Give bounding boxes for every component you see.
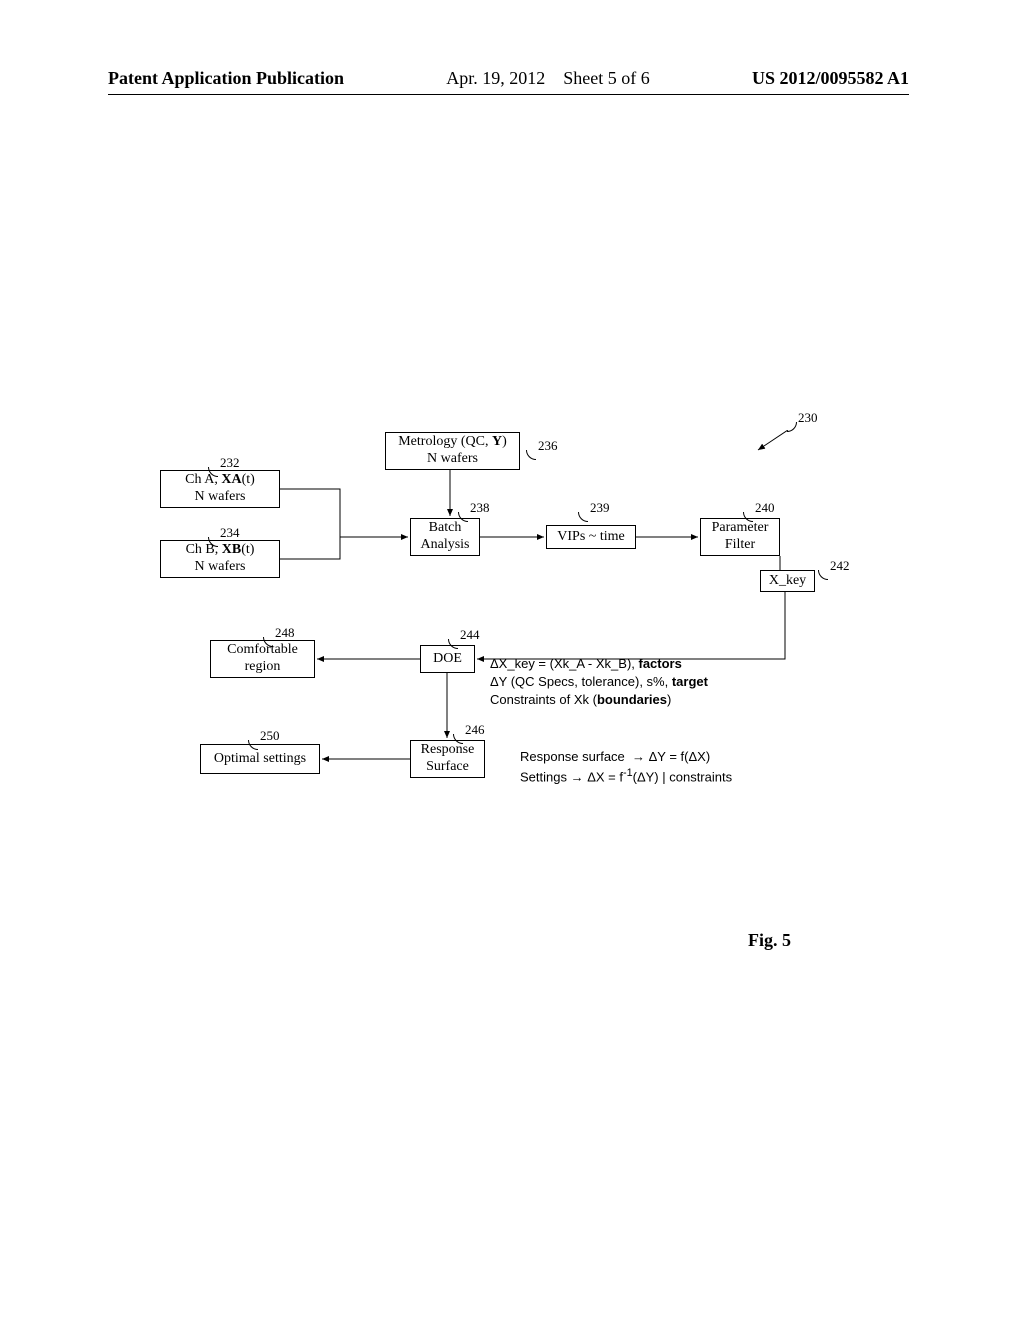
header-center: Apr. 19, 2012 Sheet 5 of 6	[446, 68, 649, 89]
vips-text: VIPs ~ time	[557, 529, 624, 546]
rs-annot-l2: Settings → ΔX = f-1(ΔY) | constraints	[520, 766, 732, 787]
parameter-filter-box: Parameter Filter	[700, 518, 780, 556]
ref-234: 234	[220, 525, 240, 541]
chb-box: Ch B, XB(t) N wafers	[160, 540, 280, 578]
header-rule	[108, 94, 909, 95]
hook-236	[526, 450, 536, 460]
response-surface-annotation: Response surface → ΔY = f(ΔX) Settings →…	[520, 748, 732, 787]
cha-box: Ch A, XA(t) N wafers	[160, 470, 280, 508]
publication-date: Apr. 19, 2012	[446, 68, 545, 88]
metrology-line1: Metrology (QC, Y)	[398, 434, 507, 451]
hook-239	[578, 512, 588, 522]
comfort-line1: Comfortable	[227, 642, 298, 659]
publication-label: Patent Application Publication	[108, 68, 344, 89]
ref-250: 250	[260, 728, 280, 744]
doc-number: US 2012/0095582 A1	[752, 68, 909, 89]
optimal-text: Optimal settings	[214, 751, 306, 768]
ref-240: 240	[755, 500, 775, 516]
batch-analysis-box: Batch Analysis	[410, 518, 480, 556]
page-header: Patent Application Publication Apr. 19, …	[0, 68, 1024, 89]
vips-box: VIPs ~ time	[546, 525, 636, 549]
ref-242: 242	[830, 558, 850, 574]
ref-244: 244	[460, 627, 480, 643]
ref-238: 238	[470, 500, 490, 516]
cha-line2: N wafers	[195, 489, 246, 506]
doe-annot-l1: ΔX_key = (Xk_A - Xk_B), factors	[490, 655, 708, 673]
batch-line1: Batch	[429, 520, 462, 537]
doe-annot-l3: Constraints of Xk (boundaries)	[490, 691, 708, 709]
figure-label: Fig. 5	[748, 930, 791, 951]
rs-annot-l1: Response surface → ΔY = f(ΔX)	[520, 748, 732, 766]
hook-230	[787, 422, 797, 432]
param-line1: Parameter	[712, 520, 769, 537]
metrology-line2: N wafers	[427, 451, 478, 468]
comfort-line2: region	[245, 659, 281, 676]
resp-line2: Surface	[426, 759, 469, 776]
cha-line1: Ch A, XA(t)	[185, 472, 255, 489]
hook-242	[818, 570, 828, 580]
doe-annotation: ΔX_key = (Xk_A - Xk_B), factors ΔY (QC S…	[490, 655, 708, 710]
doe-text: DOE	[433, 651, 462, 668]
metrology-box: Metrology (QC, Y) N wafers	[385, 432, 520, 470]
comfortable-region-box: Comfortable region	[210, 640, 315, 678]
sheet-label: Sheet 5 of 6	[563, 68, 649, 88]
param-line2: Filter	[725, 537, 755, 554]
chb-line1: Ch B, XB(t)	[186, 542, 255, 559]
resp-line1: Response	[421, 742, 475, 759]
doe-annot-l2: ΔY (QC Specs, tolerance), s%, target	[490, 673, 708, 691]
ref-248: 248	[275, 625, 295, 641]
ref-232: 232	[220, 455, 240, 471]
xkey-text: X_key	[769, 573, 806, 590]
response-surface-box: Response Surface	[410, 740, 485, 778]
ref-230: 230	[798, 410, 818, 426]
ref-246: 246	[465, 722, 485, 738]
chb-line2: N wafers	[195, 559, 246, 576]
xkey-box: X_key	[760, 570, 815, 592]
doe-box: DOE	[420, 645, 475, 673]
optimal-settings-box: Optimal settings	[200, 744, 320, 774]
ref-236: 236	[538, 438, 558, 454]
ref-239: 239	[590, 500, 610, 516]
batch-line2: Analysis	[421, 537, 470, 554]
flowchart-diagram: Metrology (QC, Y) N wafers Ch A, XA(t) N…	[160, 430, 860, 850]
